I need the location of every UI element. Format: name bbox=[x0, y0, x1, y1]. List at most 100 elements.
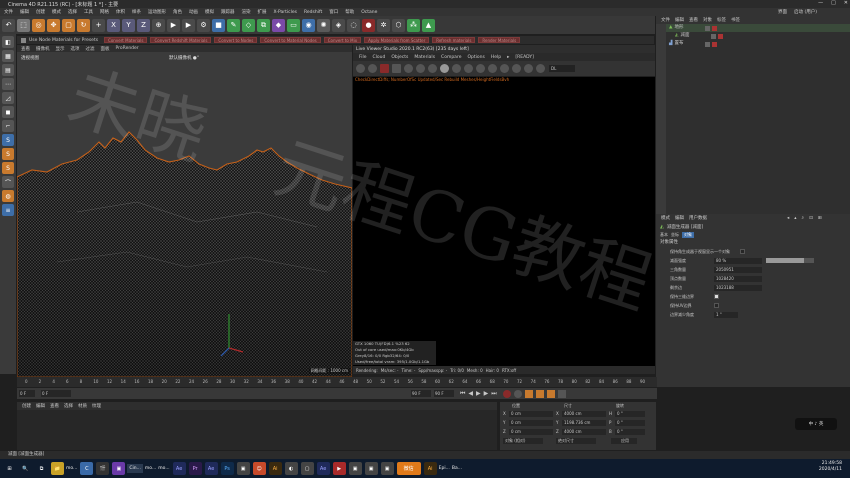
lv-menu-options[interactable]: Options bbox=[467, 55, 484, 60]
taskbar-label[interactable]: Epi... bbox=[439, 466, 450, 471]
octane-icon[interactable]: ◌ bbox=[347, 18, 360, 32]
illustrator-icon[interactable]: Ai bbox=[268, 462, 282, 475]
points-mode-icon[interactable]: ⋯ bbox=[2, 78, 14, 90]
am-menu-edit[interactable]: 编辑 bbox=[675, 215, 684, 221]
move-icon[interactable]: ✥ bbox=[47, 18, 60, 32]
visibility-tag-icon[interactable] bbox=[705, 41, 711, 47]
om-menu-edit[interactable]: 编辑 bbox=[675, 17, 684, 23]
viewport-menu-camera[interactable]: 摄像机 bbox=[36, 46, 50, 52]
menu-character[interactable]: 角色 bbox=[173, 9, 182, 15]
om-menu-object[interactable]: 对象 bbox=[703, 17, 712, 23]
taskbar-label[interactable]: mo... bbox=[145, 466, 156, 471]
scatter-icon[interactable]: ⁂ bbox=[407, 18, 420, 32]
menu-simulate[interactable]: 模拟 bbox=[205, 9, 214, 15]
interface-selector[interactable]: 界面 启动 (用户) bbox=[774, 9, 820, 15]
coord-size-field[interactable]: 1198.736 cm bbox=[562, 419, 606, 426]
start-frame-field[interactable]: 0 F bbox=[41, 390, 71, 397]
viewport-menu-filter[interactable]: 过滤 bbox=[86, 46, 95, 52]
app-icon[interactable]: ☺ bbox=[252, 462, 266, 475]
render-region-icon[interactable]: ▶ bbox=[167, 18, 180, 32]
tab-basic[interactable]: 基本 bbox=[660, 232, 668, 238]
mat-menu-view[interactable]: 查看 bbox=[50, 403, 59, 409]
terrain-tool-icon[interactable]: ▲ bbox=[422, 18, 435, 32]
menu-render[interactable]: 渲染 bbox=[242, 9, 251, 15]
up-arrow-icon[interactable]: ▴ bbox=[794, 216, 796, 221]
go-start-icon[interactable]: ⏮ bbox=[460, 390, 465, 398]
menu-redshift[interactable]: Redshift bbox=[304, 10, 322, 15]
app-icon[interactable]: ▣ bbox=[236, 462, 250, 475]
next-key-icon[interactable]: ▶ bbox=[484, 390, 489, 397]
menu-create[interactable]: 创建 bbox=[36, 9, 45, 15]
object-row[interactable]: ▲ 地形 bbox=[666, 24, 850, 32]
coord-system-icon[interactable]: ⊕ bbox=[152, 18, 165, 32]
menu-xparticles[interactable]: X-Particles bbox=[274, 10, 297, 15]
lv-menu-arrow[interactable]: ▸ bbox=[507, 55, 509, 60]
om-menu-tags[interactable]: 标签 bbox=[717, 17, 726, 23]
start-icon[interactable]: ⊞ bbox=[3, 462, 16, 475]
lv-material-icon[interactable] bbox=[464, 64, 473, 73]
viewport-menu-panel[interactable]: 面板 bbox=[101, 46, 110, 52]
menu-file[interactable]: 文件 bbox=[4, 9, 13, 15]
tab-object[interactable]: 对象 bbox=[682, 232, 694, 238]
taskbar-label[interactable]: Ba... bbox=[452, 466, 462, 471]
y-axis-icon[interactable]: Y bbox=[122, 18, 135, 32]
model-mode-icon[interactable]: ◧ bbox=[2, 36, 14, 48]
apply-button[interactable]: 应用 bbox=[611, 437, 637, 444]
ime-indicator[interactable]: 中 ♪ 英 bbox=[795, 418, 837, 430]
paint-icon[interactable]: ◍ bbox=[2, 190, 14, 202]
light-icon[interactable]: ✺ bbox=[317, 18, 330, 32]
end-frame-field[interactable]: 90 F bbox=[411, 390, 431, 397]
workplane-icon[interactable]: ▤ bbox=[2, 64, 14, 76]
menu-mode[interactable]: 模式 bbox=[52, 9, 61, 15]
viewport-menu-prorender[interactable]: ProRender bbox=[116, 46, 139, 51]
size-mode-select[interactable]: 绝对尺寸 bbox=[556, 437, 596, 444]
menu-mesh[interactable]: 网格 bbox=[100, 9, 109, 15]
lv-save-icon[interactable] bbox=[524, 64, 533, 73]
menu-help[interactable]: 帮助 bbox=[345, 9, 354, 15]
menu-tracker[interactable]: 跟踪器 bbox=[221, 9, 235, 15]
premiere-icon[interactable]: Pr bbox=[188, 462, 202, 475]
lv-menu-help[interactable]: Help bbox=[491, 55, 501, 60]
menu-window[interactable]: 窗口 bbox=[329, 9, 338, 15]
sculpt-icon[interactable]: S bbox=[2, 148, 14, 160]
lv-pick-icon[interactable] bbox=[440, 64, 449, 73]
om-menu-view[interactable]: 查看 bbox=[689, 17, 698, 23]
coord-rot-field[interactable]: 0 ° bbox=[615, 419, 645, 426]
pen-icon[interactable]: ✎ bbox=[227, 18, 240, 32]
lv-menu-objects[interactable]: Objects bbox=[391, 55, 408, 60]
magnet-icon[interactable]: ⌒ bbox=[2, 176, 14, 188]
coord-pos-field[interactable]: 0 cm bbox=[509, 428, 553, 435]
om-menu-file[interactable]: 文件 bbox=[661, 17, 670, 23]
app-icon[interactable]: ▣ bbox=[380, 462, 394, 475]
timeline-ruler[interactable]: 0 2 4 6 8 10 12 14 16 18 20 22 24 26 28 30 32 34 36 38 40 42 4… bbox=[17, 377, 657, 387]
lv-menu-materials[interactable]: Materials bbox=[414, 55, 435, 60]
keyframe-rotate-icon[interactable] bbox=[546, 389, 555, 398]
illustrator-icon[interactable]: Ai bbox=[423, 462, 437, 475]
record-icon[interactable] bbox=[502, 389, 511, 398]
lv-menu-compare[interactable]: Compare bbox=[441, 55, 461, 60]
wechat-taskbar-button[interactable]: 微信 bbox=[396, 462, 421, 475]
system-clock[interactable]: 21:49:58 2020/4/11 bbox=[819, 461, 842, 473]
menu-mograph[interactable]: 运动图形 bbox=[148, 9, 166, 15]
menu-select[interactable]: 选择 bbox=[68, 9, 77, 15]
menu-animate[interactable]: 动画 bbox=[189, 9, 198, 15]
floor-icon[interactable]: ▭ bbox=[287, 18, 300, 32]
lv-pause-icon[interactable] bbox=[392, 64, 401, 73]
lv-object-icon[interactable] bbox=[476, 64, 485, 73]
play-icon[interactable]: ▶ bbox=[476, 390, 481, 397]
explorer-icon[interactable]: 📁 bbox=[51, 462, 64, 475]
keyframe-param-icon[interactable] bbox=[557, 389, 566, 398]
render-materials-button[interactable]: Render Materials bbox=[478, 37, 521, 43]
z-axis-icon[interactable]: Z bbox=[137, 18, 150, 32]
close-button[interactable]: ✕ bbox=[844, 0, 848, 6]
xp-emitter-icon[interactable]: ⬡ bbox=[392, 18, 405, 32]
task-view-icon[interactable]: ⧉ bbox=[35, 462, 48, 475]
redshift-icon[interactable]: ● bbox=[362, 18, 375, 32]
video-player-icon[interactable]: ▶ bbox=[332, 462, 346, 475]
visibility-tag-icon[interactable] bbox=[705, 25, 711, 31]
array-icon[interactable]: ⧉ bbox=[257, 18, 270, 32]
render-tag-icon[interactable] bbox=[712, 25, 718, 31]
coord-pos-field[interactable]: 0 cm bbox=[509, 410, 553, 417]
xp-icon[interactable]: ✲ bbox=[377, 18, 390, 32]
lv-focus-icon[interactable] bbox=[452, 64, 461, 73]
